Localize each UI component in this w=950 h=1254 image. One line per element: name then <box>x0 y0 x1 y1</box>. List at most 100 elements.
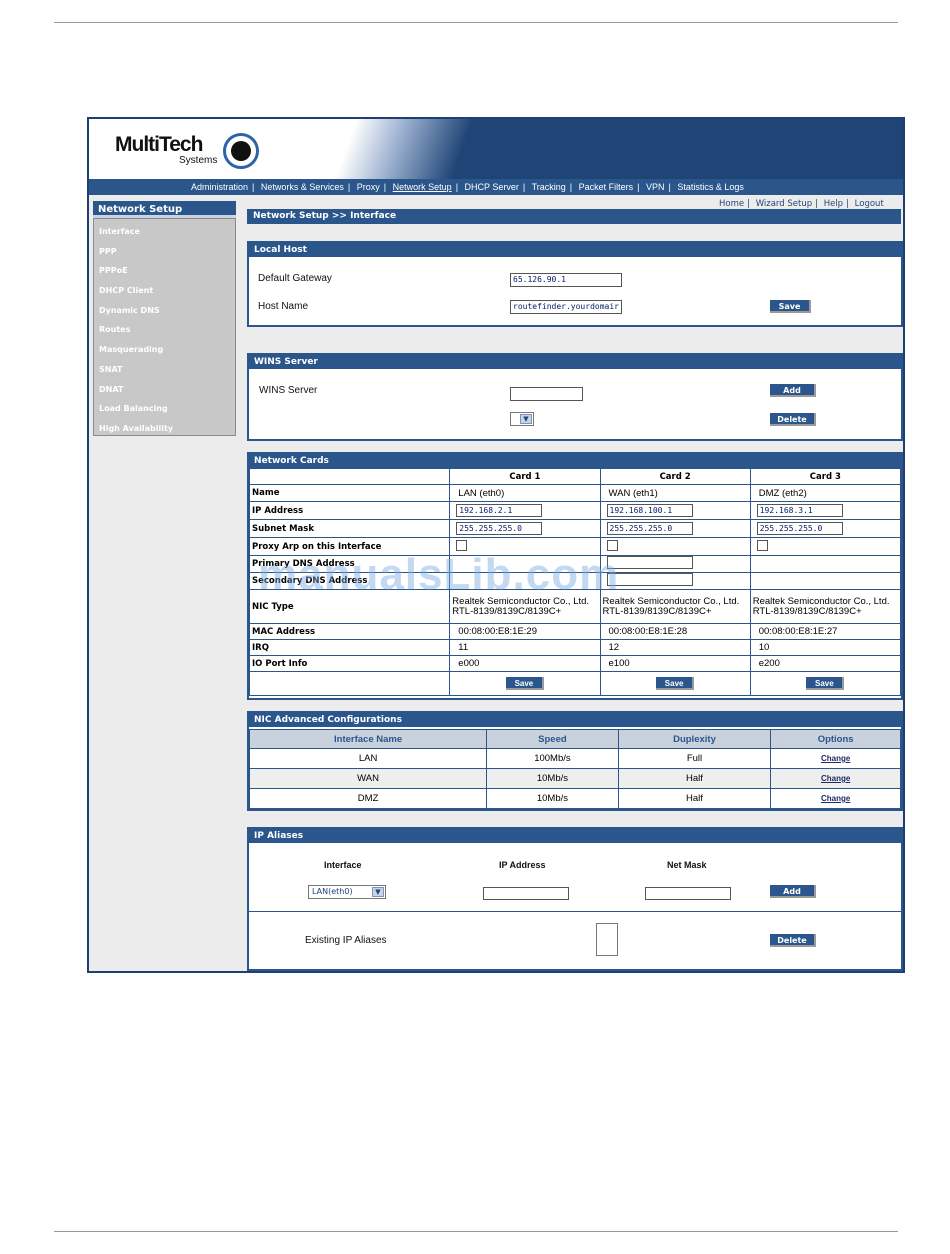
link-wizard-setup[interactable]: Wizard Setup <box>756 199 812 209</box>
existing-aliases-label: Existing IP Aliases <box>305 935 387 946</box>
ip-aliases-title: IP Aliases <box>249 829 901 843</box>
row-label-mask: Subnet Mask <box>248 519 451 538</box>
card-2-io: e100 <box>599 655 751 672</box>
alias-mask-input[interactable] <box>645 887 731 900</box>
row-label-ip: IP Address <box>248 501 451 520</box>
alias-ip-input[interactable] <box>483 887 569 900</box>
alias-ip-header: IP Address <box>499 860 546 870</box>
nav-network-setup[interactable]: Network Setup <box>393 182 452 192</box>
logo-text: MultiTech <box>115 133 203 156</box>
sidebar-item-dynamic-dns[interactable]: Dynamic DNS <box>94 301 235 321</box>
nav-vpn[interactable]: VPN <box>646 182 665 192</box>
card-2-primary-dns-input[interactable] <box>606 556 693 569</box>
card-2-nic-type: Realtek Semiconductor Co., Ltd. RTL-8139… <box>599 589 751 624</box>
card-2-save-button[interactable]: Save <box>656 677 695 690</box>
sidebar-item-interface[interactable]: Interface <box>94 222 235 242</box>
col-speed: Speed <box>486 729 619 749</box>
sidebar-item-load-balancing[interactable]: Load Balancing <box>94 399 235 419</box>
alias-interface-select[interactable]: LAN(eth0) ▼ <box>308 885 386 899</box>
sidebar-title: Network Setup <box>93 201 236 218</box>
nav-networks-services[interactable]: Networks & Services <box>261 182 344 192</box>
local-host-title: Local Host <box>249 243 901 257</box>
card-2-name: WAN (eth1) <box>599 484 751 502</box>
change-link-lan[interactable]: Change <box>821 754 850 763</box>
card-3-proxy-arp-checkbox[interactable] <box>756 539 768 551</box>
card-1-ip-input[interactable]: 192.168.2.1 <box>456 504 543 517</box>
link-help[interactable]: Help <box>824 199 843 209</box>
ip-aliases-section: IP Aliases Interface IP Address Net Mask… <box>247 827 903 971</box>
breadcrumb: Network Setup >> Interface <box>247 209 901 224</box>
card-1-irq: 11 <box>449 639 601 656</box>
card-2-mac: 00:08:00:E8:1E:28 <box>599 623 751 640</box>
wins-delete-button[interactable]: Delete <box>770 413 816 426</box>
sidebar-item-dhcp-client[interactable]: DHCP Client <box>94 281 235 301</box>
sidebar-item-ppp[interactable]: PPP <box>94 242 235 262</box>
sidebar-item-snat[interactable]: SNAT <box>94 360 235 380</box>
change-link-wan[interactable]: Change <box>821 774 850 783</box>
wins-server-input[interactable] <box>510 387 583 401</box>
nav-administration[interactable]: Administration <box>191 182 248 192</box>
card-2-ip-input[interactable]: 192.168.100.1 <box>606 504 693 517</box>
local-host-section: Local Host Default Gateway 65.126.90.1 H… <box>247 241 903 327</box>
alias-add-button[interactable]: Add <box>770 885 816 898</box>
card-3-ip-input[interactable]: 192.168.3.1 <box>756 504 843 517</box>
card-2-proxy-arp-checkbox[interactable] <box>606 539 618 551</box>
alias-divider <box>249 911 901 912</box>
sidebar: Network Setup Interface PPP PPPoE DHCP C… <box>93 201 236 439</box>
table-row: DMZ 10Mb/s Half Change <box>248 788 901 809</box>
utility-links: Home | Wizard Setup | Help | Logout <box>719 199 884 209</box>
sidebar-item-dnat[interactable]: DNAT <box>94 380 235 400</box>
wins-server-list[interactable]: ▼ <box>510 412 534 426</box>
card-3-save-button[interactable]: Save <box>806 677 845 690</box>
sidebar-item-masquerading[interactable]: Masquerading <box>94 340 235 360</box>
nav-statistics-logs[interactable]: Statistics & Logs <box>677 182 744 192</box>
card-1-proxy-arp-checkbox[interactable] <box>456 539 468 551</box>
local-host-save-button[interactable]: Save <box>770 300 811 313</box>
card-1-io: e000 <box>449 655 601 672</box>
nic-advanced-title: NIC Advanced Configurations <box>249 713 901 727</box>
card-2-mask-input[interactable]: 255.255.255.0 <box>606 522 693 535</box>
card-1-mac: 00:08:00:E8:1E:29 <box>449 623 601 640</box>
network-cards-title: Network Cards <box>249 454 901 468</box>
sidebar-item-high-availability[interactable]: High Availability <box>94 419 235 439</box>
sidebar-item-routes[interactable]: Routes <box>94 320 235 340</box>
sidebar-list: Interface PPP PPPoE DHCP Client Dynamic … <box>93 218 236 436</box>
col-duplexity: Duplexity <box>617 729 772 749</box>
change-link-dmz[interactable]: Change <box>821 794 850 803</box>
alias-delete-button[interactable]: Delete <box>770 934 816 947</box>
card-2-header: Card 2 <box>599 468 751 485</box>
nic-row-duplex: Full <box>617 748 772 769</box>
watermark: manualsLib.com <box>258 550 620 599</box>
nic-row-speed: 100Mb/s <box>486 748 619 769</box>
chevron-down-icon: ▼ <box>520 414 532 424</box>
wins-server-section: WINS Server WINS Server Add ▼ Delete <box>247 353 903 441</box>
nav-tracking[interactable]: Tracking <box>532 182 566 192</box>
card-2-secondary-dns-input[interactable] <box>606 573 693 586</box>
col-interface-name: Interface Name <box>248 729 488 749</box>
link-logout[interactable]: Logout <box>855 199 884 209</box>
card-3-mac: 00:08:00:E8:1E:27 <box>749 623 902 640</box>
nic-row-duplex: Half <box>617 768 772 789</box>
nav-proxy[interactable]: Proxy <box>357 182 380 192</box>
existing-aliases-list[interactable] <box>596 923 618 956</box>
logo-subtext: Systems <box>179 155 218 166</box>
link-home[interactable]: Home <box>719 199 744 209</box>
wins-add-button[interactable]: Add <box>770 384 816 397</box>
default-gateway-input[interactable]: 65.126.90.1 <box>510 273 622 287</box>
card-1-save-button[interactable]: Save <box>505 677 544 690</box>
row-label-io: IO Port Info <box>248 655 451 672</box>
chevron-down-icon: ▼ <box>372 887 384 897</box>
wins-server-label: WINS Server <box>259 385 318 396</box>
nic-row-speed: 10Mb/s <box>486 788 619 809</box>
card-1-mask-input[interactable]: 255.255.255.0 <box>456 522 543 535</box>
host-name-input[interactable]: routefinder.yourdomair <box>510 300 622 314</box>
card-3-mask-input[interactable]: 255.255.255.0 <box>756 522 843 535</box>
row-label-irq: IRQ <box>248 639 451 656</box>
nav-dhcp-server[interactable]: DHCP Server <box>465 182 519 192</box>
table-row: LAN 100Mb/s Full Change <box>248 748 901 769</box>
nic-row-iface: WAN <box>248 768 488 789</box>
row-label-mac: MAC Address <box>248 623 451 640</box>
nic-advanced-table: Interface Name Speed Duplexity Options L… <box>248 729 901 809</box>
nav-packet-filters[interactable]: Packet Filters <box>579 182 634 192</box>
sidebar-item-pppoe[interactable]: PPPoE <box>94 261 235 281</box>
